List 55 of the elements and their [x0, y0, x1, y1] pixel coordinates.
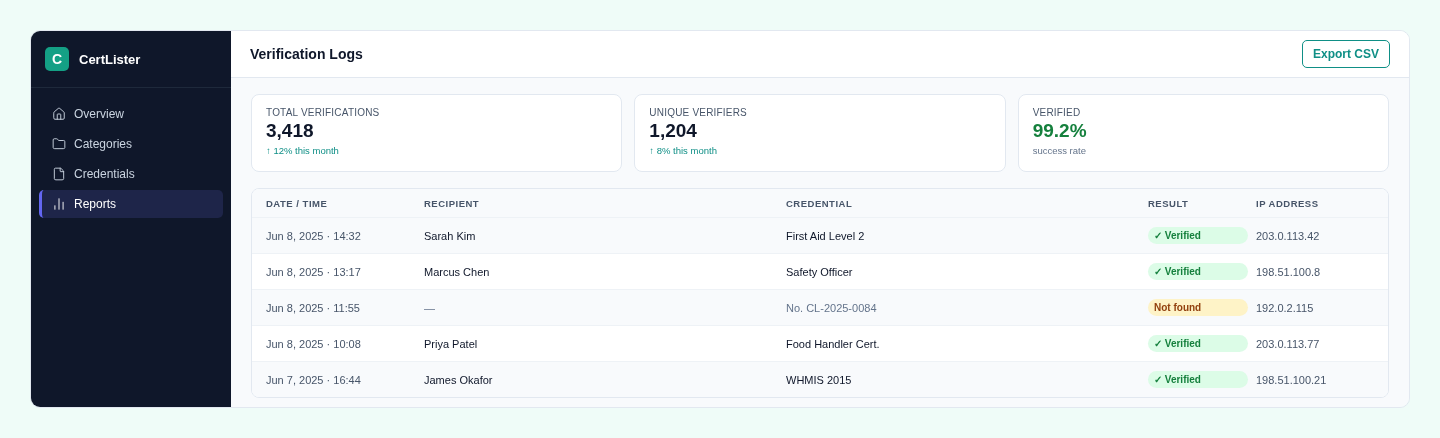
sidebar-label: Credentials — [74, 167, 135, 181]
table-cell-text: No. CL-2025-0084 — [786, 301, 878, 314]
table-cell-text: James Okafor — [424, 373, 494, 386]
result-badge: ✓ Verified — [1148, 227, 1248, 244]
column-header: DATE / TIME — [266, 197, 329, 209]
result-badge: Not found — [1148, 299, 1248, 316]
table-cell-text: 192.0.2.115 — [1256, 301, 1315, 314]
stat-note: success rate — [1032, 145, 1087, 156]
table-cell-text: 203.0.113.42 — [1256, 229, 1321, 242]
file-icon — [52, 167, 66, 181]
table-cell-text: 203.0.113.77 — [1256, 337, 1321, 350]
stat-note: ↑ 12% this month — [266, 145, 340, 156]
column-header: IP ADDRESS — [1256, 197, 1320, 209]
table-cell-text: Safety Officer — [786, 265, 854, 278]
table-cell-text: — — [424, 301, 436, 314]
table-cell-text: WHMIS 2015 — [786, 373, 853, 386]
stat-note: ↑ 8% this month — [649, 145, 718, 156]
table-cell-text: Jun 8, 2025 · 13:17 — [266, 265, 362, 278]
sidebar-item[interactable]: Reports — [39, 190, 223, 218]
table-cell-text: First Aid Level 2 — [786, 229, 866, 242]
column-header: RESULT — [1148, 197, 1190, 209]
result-badge: ✓ Verified — [1148, 263, 1248, 280]
table-cell-text: 198.51.100.8 — [1256, 265, 1322, 278]
table-cell-text: Marcus Chen — [424, 265, 491, 278]
sidebar-label: Overview — [74, 107, 124, 121]
sidebar-label: Categories — [74, 137, 133, 151]
table-cell-text: Food Handler Cert. — [786, 337, 881, 350]
column-header: CREDENTIAL — [786, 197, 854, 209]
sidebar-item[interactable]: Categories — [39, 130, 223, 158]
page-title: Verification Logs — [250, 46, 363, 62]
brand-name: CertLister — [79, 51, 141, 67]
export-button[interactable]: Export CSV — [1302, 40, 1390, 68]
stat-value: 1,204 — [649, 120, 698, 142]
stat-value: 3,418 — [266, 120, 315, 142]
stat-label: TOTAL VERIFICATIONS — [266, 107, 381, 118]
table-cell-text: Jun 7, 2025 · 16:44 — [266, 373, 362, 386]
table-cell-text: Jun 8, 2025 · 14:32 — [266, 229, 362, 242]
table-cell-text: Jun 8, 2025 · 10:08 — [266, 337, 362, 350]
sidebar-item[interactable]: Overview — [39, 100, 223, 128]
folder-icon — [52, 137, 66, 151]
logo-icon: C — [45, 47, 69, 71]
table-cell-text: Sarah Kim — [424, 229, 477, 242]
stat-label: VERIFIED — [1032, 107, 1082, 118]
column-header: RECIPIENT — [424, 197, 481, 209]
result-badge: ✓ Verified — [1148, 335, 1248, 352]
sidebar-item[interactable]: Credentials — [39, 160, 223, 188]
bar-chart-icon — [52, 197, 66, 211]
result-badge: ✓ Verified — [1148, 371, 1248, 388]
sidebar-label: Reports — [74, 197, 117, 211]
home-icon — [52, 107, 66, 121]
table-cell-text: Jun 8, 2025 · 11:55 — [266, 301, 361, 314]
table-cell-text: 198.51.100.21 — [1256, 373, 1328, 386]
stat-value: 99.2% — [1032, 120, 1088, 142]
stat-label: UNIQUE VERIFIERS — [649, 107, 748, 118]
table-cell-text: Priya Patel — [424, 337, 479, 350]
